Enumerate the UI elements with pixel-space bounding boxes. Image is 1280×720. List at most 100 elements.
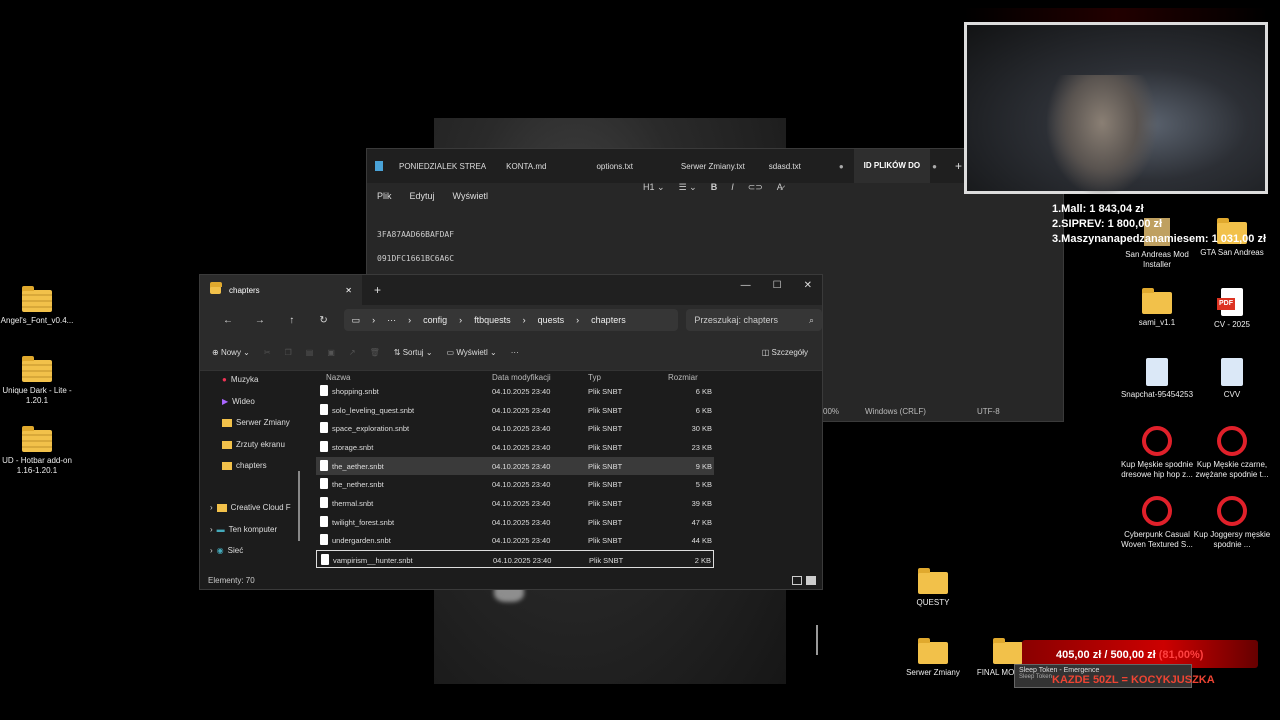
desktop-icon-angels-font[interactable]: Angel's_Font_v0.4... <box>0 286 82 326</box>
chevron-right-icon: › <box>210 525 213 534</box>
link-icon[interactable]: ⊂⊃ <box>748 182 763 193</box>
desktop-icon-unique-dark[interactable]: Unique Dark - Lite - 1.20.1 <box>0 356 82 406</box>
desktop-icon-cv-2025[interactable]: PDF CV - 2025 <box>1187 288 1277 330</box>
delete-icon[interactable]: 🗑 <box>370 348 380 357</box>
clear-format-icon[interactable]: A̷ <box>777 182 783 193</box>
sidebar-item-creative-cloud[interactable]: › Creative Cloud F <box>210 503 300 512</box>
menu-file[interactable]: Plik <box>377 191 392 201</box>
file-icon <box>320 534 328 545</box>
table-row[interactable]: the_nether.snbt 04.10.2025 23:40 Plik SNBT… <box>316 475 714 493</box>
more-dots-icon[interactable]: ··· <box>387 315 396 325</box>
chevron-right-icon: › <box>210 503 213 512</box>
address-bar[interactable]: ▭ › ··· › config › ftbquests › quests › … <box>343 309 679 331</box>
menu-view[interactable]: Wyświetl <box>453 191 488 201</box>
list-icon[interactable]: ☰ ⌄ <box>679 182 697 193</box>
tab-serwer-zmiany[interactable]: Serwer Zmiany.txt <box>671 162 755 171</box>
details-view-icon[interactable] <box>792 575 802 585</box>
table-row[interactable]: twilight_forest.snbt 04.10.2025 23:40 Plik… <box>316 513 714 531</box>
more-options-icon[interactable]: ··· <box>511 348 519 357</box>
explorer-tab[interactable]: chapters ✕ <box>200 275 362 305</box>
table-row[interactable]: the_aether.snbt 04.10.2025 23:40 Plik SNBT… <box>316 457 714 475</box>
column-header-date[interactable]: Data modyfikacji <box>492 373 551 382</box>
file-icon <box>320 404 328 415</box>
chevron-right-icon: › <box>210 546 213 555</box>
view-button[interactable]: ▭ Wyświetl ⌄ <box>447 348 497 357</box>
tab-poniedzialek[interactable]: PONIEDZIALEK STREA <box>389 162 496 171</box>
table-row[interactable]: vampirism__hunter.snbt 04.10.2025 23:40 Pl… <box>316 550 714 568</box>
minimize-icon[interactable]: — <box>741 280 751 291</box>
zip-folder-icon <box>22 286 52 312</box>
new-button[interactable]: ⊕ Nowy ⌄ <box>212 348 250 357</box>
item-count: Elementy: 70 <box>208 575 255 585</box>
file-date: 04.10.2025 23:40 <box>492 480 551 489</box>
close-tab-icon[interactable]: ✕ <box>345 286 352 295</box>
file-type: Plik SNBT <box>588 518 623 527</box>
streamer-silhouette <box>1047 75 1157 195</box>
file-name: vampirism__hunter.snbt <box>333 556 413 565</box>
rename-icon[interactable]: ▣ <box>327 348 335 357</box>
menu-edit[interactable]: Edytuj <box>410 191 435 201</box>
file-list-scrollbar[interactable] <box>816 625 818 655</box>
table-row[interactable]: thermal.snbt 04.10.2025 23:40 Plik SNBT 39 … <box>316 494 714 512</box>
search-input[interactable]: Przeszukaj: chapters ⌕ <box>686 309 822 331</box>
desktop-icon-questy[interactable]: QUESTY <box>888 568 978 608</box>
desktop-icon-opera-link-2[interactable]: Kup Męskie czarne, zwężane spodnie t... <box>1187 426 1277 480</box>
maximize-icon[interactable]: ☐ <box>773 280 782 291</box>
column-header-size[interactable]: Rozmiar <box>668 373 698 382</box>
file-name: space_exploration.snbt <box>332 424 410 433</box>
table-row[interactable]: shopping.snbt 04.10.2025 23:40 Plik SNBT 6 … <box>316 382 714 400</box>
tab-sdasd[interactable]: sdasd.txt <box>759 162 811 171</box>
forward-arrow-icon[interactable]: → <box>244 315 276 326</box>
sidebar-item-chapters[interactable]: chapters <box>222 461 312 470</box>
new-tab-plus-icon[interactable]: + <box>955 159 962 173</box>
breadcrumb-config[interactable]: config <box>423 315 447 325</box>
tab-title: chapters <box>229 285 260 295</box>
text-line: 3FA87AAD66BAFDAF <box>377 230 455 239</box>
new-tab-plus-icon[interactable]: + <box>374 283 381 297</box>
table-row[interactable]: space_exploration.snbt 04.10.2025 23:40 Pl… <box>316 419 714 437</box>
column-header-name[interactable]: Nazwa <box>326 373 350 382</box>
up-arrow-icon[interactable]: ↑ <box>276 315 308 326</box>
column-header-type[interactable]: Typ <box>588 373 601 382</box>
tab-id-plikow[interactable]: ID PLIKÓW DO <box>853 149 931 183</box>
table-row[interactable]: solo_leveling_quest.snbt 04.10.2025 23:40… <box>316 401 714 419</box>
sidebar-scrollbar[interactable] <box>298 471 300 541</box>
refresh-icon[interactable]: ↻ <box>308 315 340 326</box>
sidebar-item-ten-komputer[interactable]: › ▬ Ten komputer <box>210 525 300 534</box>
file-type: Plik SNBT <box>588 462 623 471</box>
bold-icon[interactable]: B <box>711 182 718 193</box>
breadcrumb-chapters[interactable]: chapters <box>591 315 626 325</box>
paste-icon[interactable]: ▤ <box>306 348 314 357</box>
back-arrow-icon[interactable]: ← <box>212 315 244 326</box>
breadcrumb-ftbquests[interactable]: ftbquests <box>474 315 511 325</box>
sidebar-item-serwer-zmiany[interactable]: Serwer Zmiany <box>222 418 312 427</box>
table-row[interactable]: storage.snbt 04.10.2025 23:40 Plik SNBT 23 … <box>316 438 714 456</box>
tiles-view-icon[interactable] <box>806 575 816 585</box>
desktop-icon-ud-hotbar[interactable]: UD - Hotbar add-on 1.16-1.20.1 <box>0 426 82 476</box>
table-row[interactable]: undergarden.snbt 04.10.2025 23:40 Plik SNB… <box>316 531 714 549</box>
sidebar-label: Wideo <box>232 397 255 406</box>
cut-icon[interactable]: ✂ <box>264 348 271 357</box>
italic-icon[interactable]: I <box>731 182 734 193</box>
file-type: Plik SNBT <box>588 406 623 415</box>
sidebar-item-siec[interactable]: › ◉ Sieć <box>210 546 300 555</box>
heading-select[interactable]: H1 ⌄ <box>643 182 665 193</box>
chevron-right-icon: › <box>459 315 463 325</box>
chevron-right-icon: › <box>408 315 412 325</box>
sidebar-item-muzyka[interactable]: ● Muzyka <box>222 375 312 384</box>
explorer-titlebar: chapters ✕ + — ☐ ✕ <box>200 275 822 305</box>
copy-icon[interactable]: ❐ <box>285 348 292 357</box>
sidebar-item-wideo[interactable]: ▶ Wideo <box>222 397 312 406</box>
desktop-icon-cvv[interactable]: CVV <box>1187 358 1277 400</box>
file-name: twilight_forest.snbt <box>332 518 395 527</box>
share-icon[interactable]: ↗ <box>349 348 356 357</box>
details-button[interactable]: ◫ Szczegóły <box>762 348 808 357</box>
sort-button[interactable]: ⇅ Sortuj ⌄ <box>394 348 433 357</box>
close-icon[interactable]: ✕ <box>804 280 812 291</box>
sidebar-item-zrzuty[interactable]: Zrzuty ekranu <box>222 440 312 449</box>
desktop-icon-opera-link-4[interactable]: Kup Joggersy męskie spodnie ... <box>1187 496 1277 550</box>
breadcrumb-quests[interactable]: quests <box>538 315 565 325</box>
tab-options[interactable]: options.txt <box>586 162 642 171</box>
zoom-level: 00% <box>823 406 840 416</box>
tab-konta[interactable]: KONTA.md <box>496 162 556 171</box>
